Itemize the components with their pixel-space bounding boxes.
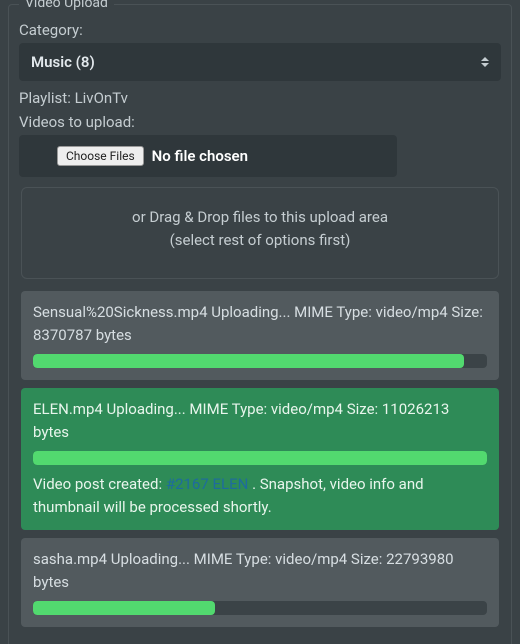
category-selected-value: Music (8) bbox=[31, 53, 95, 71]
progress-bar bbox=[33, 601, 487, 615]
post-created-prefix: Video post created: bbox=[33, 475, 166, 493]
progress-fill bbox=[33, 354, 464, 368]
post-created-message: Video post created: #2167 ELEN . Snapsho… bbox=[33, 473, 487, 518]
progress-bar bbox=[33, 451, 487, 465]
upload-item-text: ELEN.mp4 Uploading... MIME Type: video/m… bbox=[33, 398, 487, 443]
panel-title: Video Upload bbox=[19, 0, 114, 11]
file-input[interactable]: Choose Files No file chosen bbox=[19, 135, 397, 177]
chevron-updown-icon bbox=[479, 55, 491, 69]
category-select[interactable]: Music (8) bbox=[19, 43, 501, 81]
videos-to-upload-label: Videos to upload: bbox=[19, 113, 501, 131]
dropzone[interactable]: or Drag & Drop files to this upload area… bbox=[21, 187, 499, 279]
category-label: Category: bbox=[19, 21, 501, 39]
upload-item: Sensual%20Sickness.mp4 Uploading... MIME… bbox=[21, 291, 499, 380]
file-input-status: No file chosen bbox=[152, 147, 248, 165]
upload-item: ELEN.mp4 Uploading... MIME Type: video/m… bbox=[21, 388, 499, 530]
choose-files-button[interactable]: Choose Files bbox=[57, 146, 144, 166]
progress-fill bbox=[33, 601, 215, 615]
video-upload-panel: Video Upload Category: Music (8) Playlis… bbox=[8, 4, 512, 644]
playlist-line: Playlist: LivOnTv bbox=[19, 89, 501, 107]
upload-item: sasha.mp4 Uploading... MIME Type: video/… bbox=[21, 538, 499, 627]
progress-bar bbox=[33, 354, 487, 368]
dropzone-line2: (select rest of options first) bbox=[30, 229, 490, 252]
upload-item-text: sasha.mp4 Uploading... MIME Type: video/… bbox=[33, 548, 487, 593]
upload-item-text: Sensual%20Sickness.mp4 Uploading... MIME… bbox=[33, 301, 487, 346]
post-link[interactable]: #2167 ELEN bbox=[166, 475, 249, 493]
playlist-value: LivOnTv bbox=[75, 89, 128, 107]
progress-fill bbox=[33, 451, 487, 465]
playlist-label: Playlist: bbox=[19, 89, 71, 107]
dropzone-line1: or Drag & Drop files to this upload area bbox=[30, 206, 490, 229]
